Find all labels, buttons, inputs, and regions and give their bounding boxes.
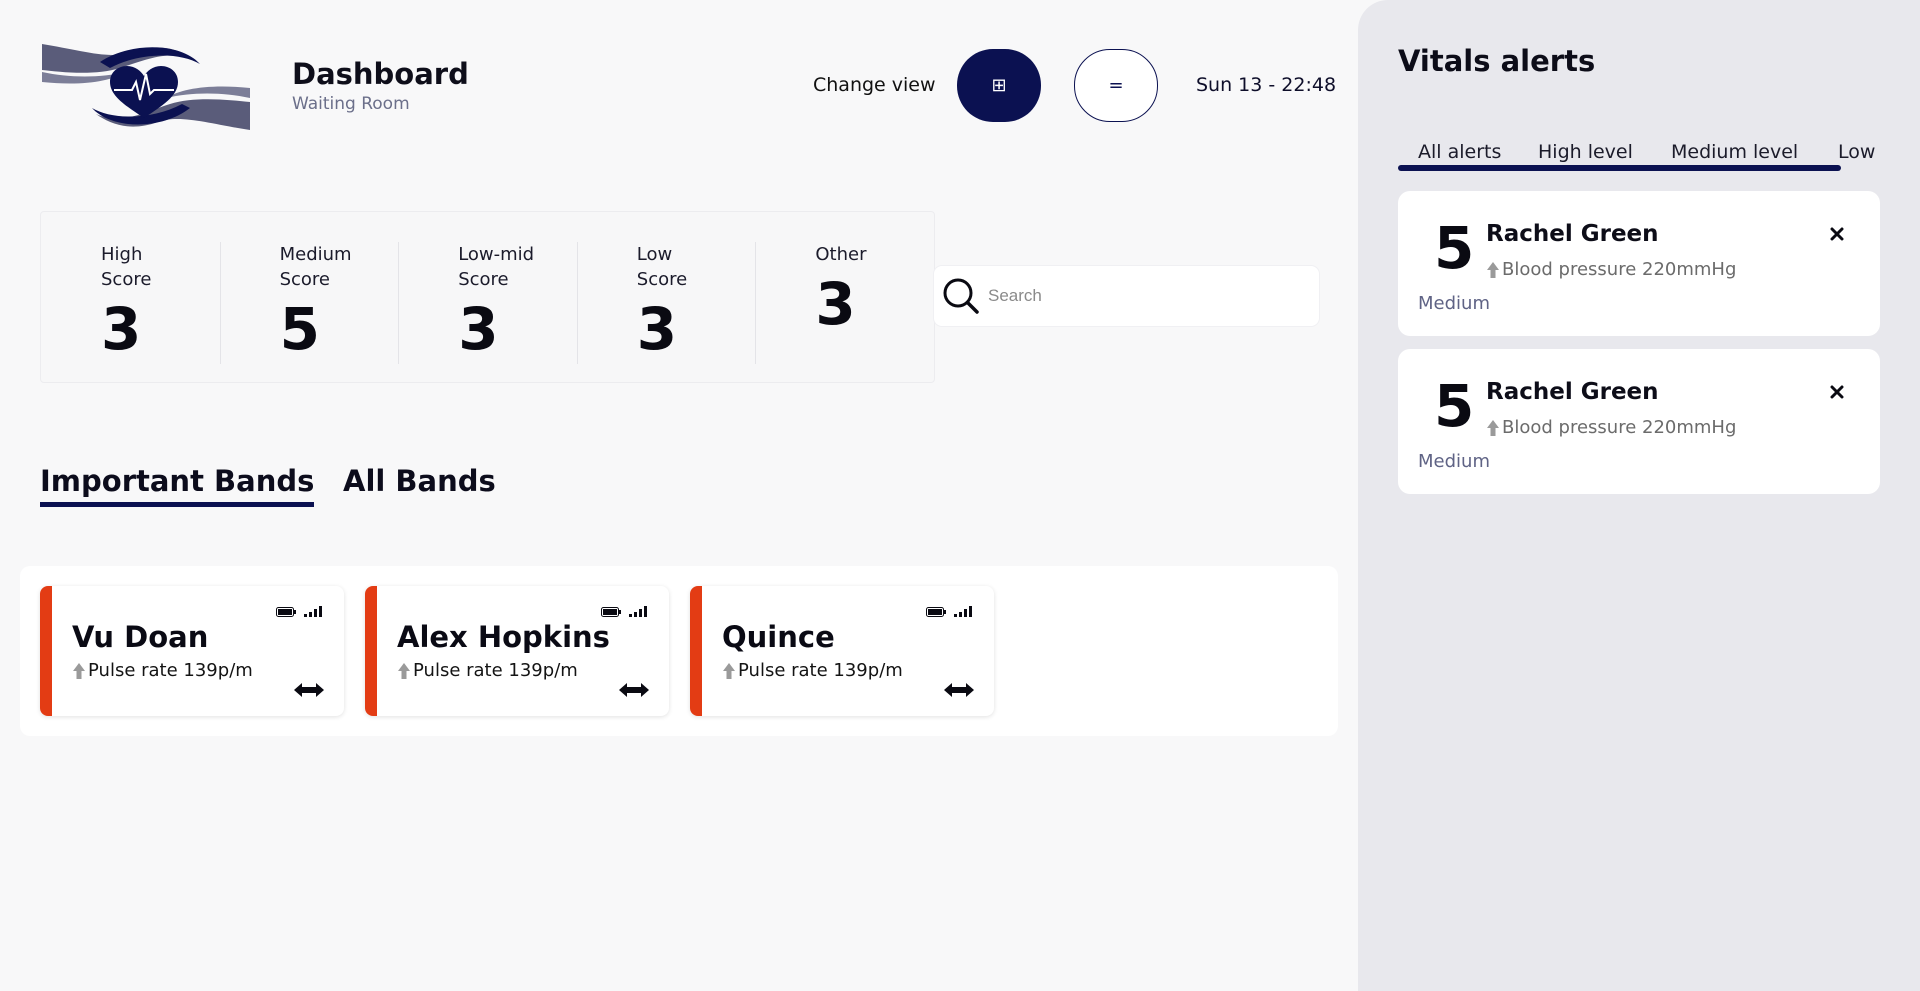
band-vital-text: Pulse rate 139p/m [413,660,578,681]
band-patient-name: Vu Doan [72,620,209,654]
arrow-up-icon [73,662,85,679]
close-icon[interactable] [1830,385,1844,399]
datetime: Sun 13 - 22:48 [1196,74,1337,96]
score-value: 3 [458,295,499,363]
list-view-button[interactable]: = [1074,49,1158,122]
tab-high-level[interactable]: High level [1538,141,1633,163]
score-summary-panel: High Score 3 Medium Score 5 Low-mid Scor… [40,211,935,383]
score-label: Medium Score [279,244,352,290]
alert-vital-text: Blood pressure 220mmHg [1502,259,1737,280]
signal-icon [304,606,322,617]
alert-score: 5 [1434,372,1475,440]
score-item-other[interactable]: Other 3 [755,230,934,364]
arrow-up-icon [1487,419,1499,436]
band-card[interactable]: Alex Hopkins Pulse rate 139p/m [365,586,669,716]
band-vital: Pulse rate 139p/m [397,660,578,681]
alert-vital: Blood pressure 220mmHg [1486,259,1736,280]
swap-arrows-icon[interactable] [619,682,649,698]
score-label: Low Score [636,244,688,290]
grid-icon: ⊞ [991,75,1007,96]
score-label: Low-mid Score [458,244,535,290]
main-area: Dashboard Waiting Room Change view ⊞ = S… [0,0,1358,991]
score-value: 3 [815,270,856,338]
band-patient-name: Quince [722,620,835,654]
swap-arrows-icon[interactable] [944,682,974,698]
band-patient-name: Alex Hopkins [397,620,610,654]
alert-level: Medium [1418,451,1490,472]
tab-medium-level[interactable]: Medium level [1671,141,1798,163]
alert-vital-text: Blood pressure 220mmHg [1502,417,1737,438]
tab-all-bands[interactable]: All Bands [343,464,496,498]
alert-patient-name: Rachel Green [1486,379,1659,405]
tab-low-level[interactable]: Low [1838,141,1875,163]
tab-important-bands[interactable]: Important Bands [40,464,315,507]
heart-eye-logo [42,44,250,130]
arrow-up-icon [398,662,410,679]
list-icon: = [1108,75,1124,96]
arrow-up-icon [1487,261,1499,278]
bands-panel: Vu Doan Pulse rate 139p/m Alex Hopkins P… [20,566,1338,736]
band-card[interactable]: Quince Pulse rate 139p/m [690,586,994,716]
band-vital-text: Pulse rate 139p/m [88,660,253,681]
alert-tabs-indicator [1398,165,1841,171]
alert-card[interactable]: 5 Rachel Green Blood pressure 220mmHg Me… [1398,349,1880,494]
score-value: 3 [636,295,678,363]
score-label: Other [815,244,867,265]
change-view-label: Change view [813,74,936,96]
alert-level: Medium [1418,293,1490,314]
score-item-high[interactable]: High Score 3 [41,230,220,364]
search-box[interactable] [934,266,1319,326]
battery-icon [926,607,946,617]
band-vital: Pulse rate 139p/m [72,660,253,681]
close-icon[interactable] [1830,227,1844,241]
alert-stripe [365,586,377,716]
score-value: 3 [101,295,142,363]
arrow-up-icon [723,662,735,679]
search-input[interactable] [988,286,1308,306]
band-card[interactable]: Vu Doan Pulse rate 139p/m [40,586,344,716]
score-item-low[interactable]: Low Score 3 [576,230,756,364]
alert-card[interactable]: 5 Rachel Green Blood pressure 220mmHg Me… [1398,191,1880,336]
alert-score: 5 [1434,214,1475,282]
signal-icon [954,606,972,617]
title-block: Dashboard Waiting Room [292,56,469,114]
score-value: 5 [279,295,320,363]
alert-stripe [690,586,702,716]
alert-patient-name: Rachel Green [1486,221,1659,247]
alert-vital: Blood pressure 220mmHg [1486,417,1736,438]
battery-icon [601,607,621,617]
alert-stripe [40,586,52,716]
page-subtitle: Waiting Room [292,94,410,114]
swap-arrows-icon[interactable] [294,682,324,698]
page-title: Dashboard [292,57,469,91]
vitals-alerts-sidebar: Vitals alerts All alerts High level Medi… [1358,0,1920,991]
score-item-low-mid[interactable]: Low-mid Score 3 [398,230,577,364]
grid-view-button[interactable]: ⊞ [957,49,1041,122]
battery-icon [276,607,296,617]
score-item-medium[interactable]: Medium Score 5 [219,230,399,364]
signal-icon [629,606,647,617]
sidebar-title: Vitals alerts [1398,44,1596,78]
score-label: High Score [101,244,152,290]
tab-all-alerts[interactable]: All alerts [1418,141,1501,163]
band-vital-text: Pulse rate 139p/m [738,660,903,681]
band-vital: Pulse rate 139p/m [722,660,903,681]
search-icon [943,278,979,314]
